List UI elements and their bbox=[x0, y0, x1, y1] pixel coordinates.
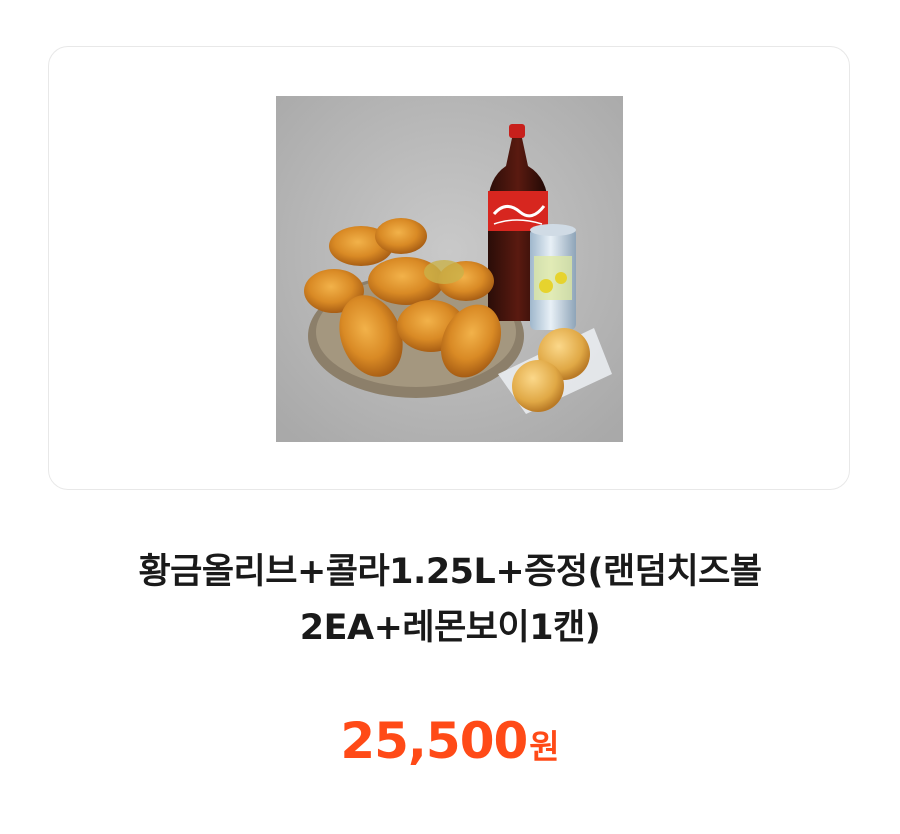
price-unit: 원 bbox=[529, 727, 560, 766]
price-value: 25,500 bbox=[340, 712, 528, 770]
product-image bbox=[276, 96, 623, 442]
product-title: 황금올리브+콜라1.25L+증정(랜덤치즈볼 2EA+레몬보이1캔) bbox=[20, 544, 880, 656]
product-title-line2: 2EA+레몬보이1캔) bbox=[299, 608, 601, 648]
lemon-can bbox=[530, 224, 576, 330]
product-price: 25,500원 bbox=[0, 712, 900, 770]
product-title-line1: 황금올리브+콜라1.25L+증정(랜덤치즈볼 bbox=[138, 552, 762, 592]
